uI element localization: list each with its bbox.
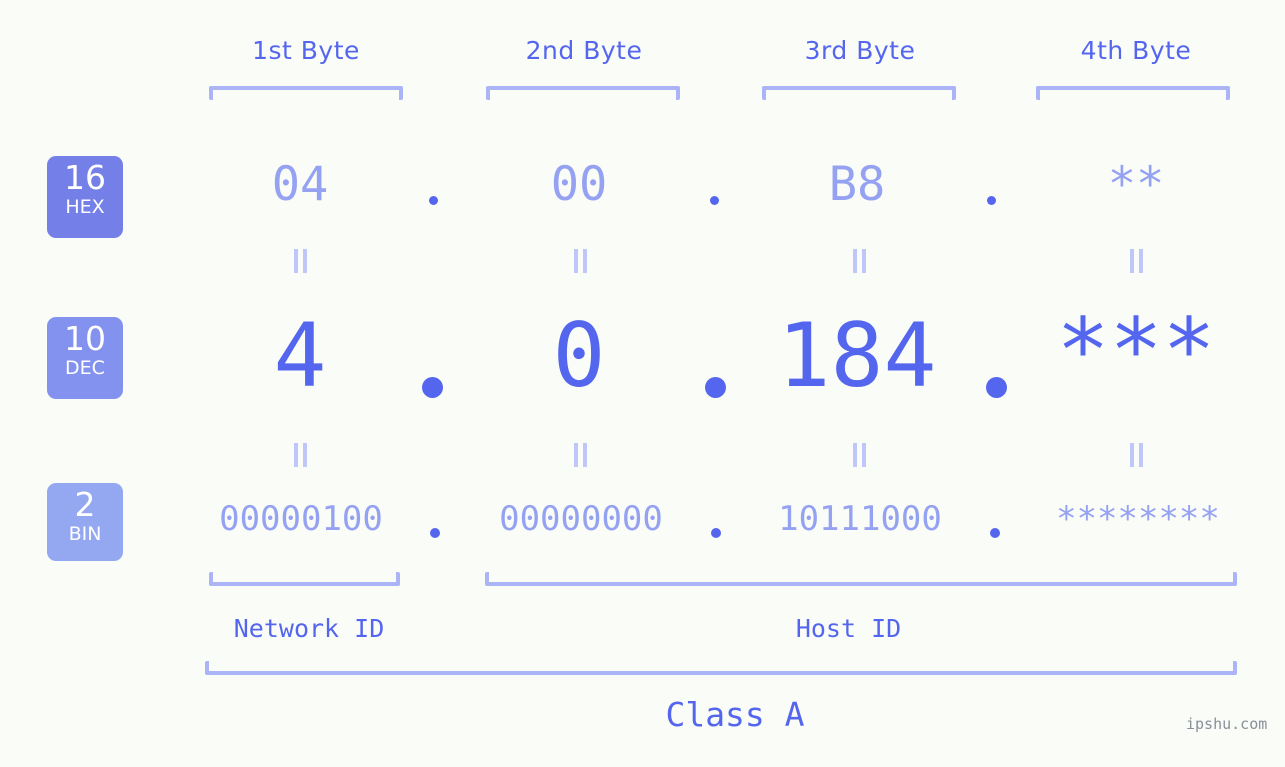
- byte-bracket-1: [209, 86, 403, 100]
- dec-byte-1: 4: [273, 304, 327, 407]
- radix-badge-hex: 16 HEX: [47, 156, 123, 238]
- equals-icon-hex-dec-2: [572, 249, 589, 273]
- radix-badge-dec: 10 DEC: [47, 317, 123, 399]
- bin-separator-2: [711, 528, 721, 538]
- equals-icon-hex-dec-4: [1128, 249, 1145, 273]
- dec-separator-1: [422, 377, 443, 398]
- radix-badge-hex-word: HEX: [65, 196, 105, 218]
- hex-byte-3: B8: [828, 157, 886, 212]
- hex-separator-3: [987, 196, 996, 205]
- bin-byte-4: ********: [1056, 499, 1220, 539]
- hex-byte-1: 04: [271, 157, 329, 212]
- hex-separator-2: [710, 196, 719, 205]
- byte-header-4: 4th Byte: [1080, 36, 1192, 65]
- class-bracket: [205, 661, 1237, 675]
- equals-icon-hex-dec-1: [292, 249, 309, 273]
- network-id-label: Network ID: [233, 614, 385, 643]
- dec-byte-4: ***: [1056, 299, 1216, 402]
- host-id-label: Host ID: [795, 614, 902, 643]
- network-id-bracket: [209, 572, 400, 586]
- radix-badge-bin-number: 2: [74, 485, 96, 524]
- ip-breakdown-diagram: 1st Byte 2nd Byte 3rd Byte 4th Byte 16 H…: [0, 0, 1285, 767]
- bin-byte-1: 00000100: [219, 499, 383, 539]
- byte-bracket-2: [486, 86, 680, 100]
- dec-separator-2: [705, 377, 726, 398]
- byte-header-3: 3rd Byte: [804, 36, 916, 65]
- equals-icon-dec-bin-3: [851, 443, 868, 467]
- equals-icon-hex-dec-3: [851, 249, 868, 273]
- byte-header-1: 1st Byte: [252, 36, 360, 65]
- dec-separator-3: [986, 377, 1007, 398]
- byte-header-2: 2nd Byte: [525, 36, 643, 65]
- hex-byte-2: 00: [550, 157, 608, 212]
- host-id-bracket: [485, 572, 1237, 586]
- class-label: Class A: [665, 695, 805, 734]
- bin-byte-3: 10111000: [778, 499, 942, 539]
- byte-bracket-3: [762, 86, 956, 100]
- radix-badge-dec-word: DEC: [65, 357, 105, 379]
- equals-icon-dec-bin-1: [292, 443, 309, 467]
- radix-badge-bin-word: BIN: [68, 523, 102, 545]
- radix-badge-hex-number: 16: [64, 158, 106, 197]
- radix-badge-bin: 2 BIN: [47, 483, 123, 561]
- bin-separator-3: [990, 528, 1000, 538]
- dec-byte-2: 0: [552, 304, 606, 407]
- bin-separator-1: [430, 528, 440, 538]
- hex-byte-4: **: [1107, 157, 1165, 212]
- equals-icon-dec-bin-2: [572, 443, 589, 467]
- hex-separator-1: [429, 196, 438, 205]
- dec-byte-3: 184: [777, 304, 937, 407]
- site-watermark: ipshu.com: [1186, 715, 1268, 733]
- radix-badge-dec-number: 10: [64, 319, 106, 358]
- bin-byte-2: 00000000: [499, 499, 663, 539]
- equals-icon-dec-bin-4: [1128, 443, 1145, 467]
- byte-bracket-4: [1036, 86, 1230, 100]
